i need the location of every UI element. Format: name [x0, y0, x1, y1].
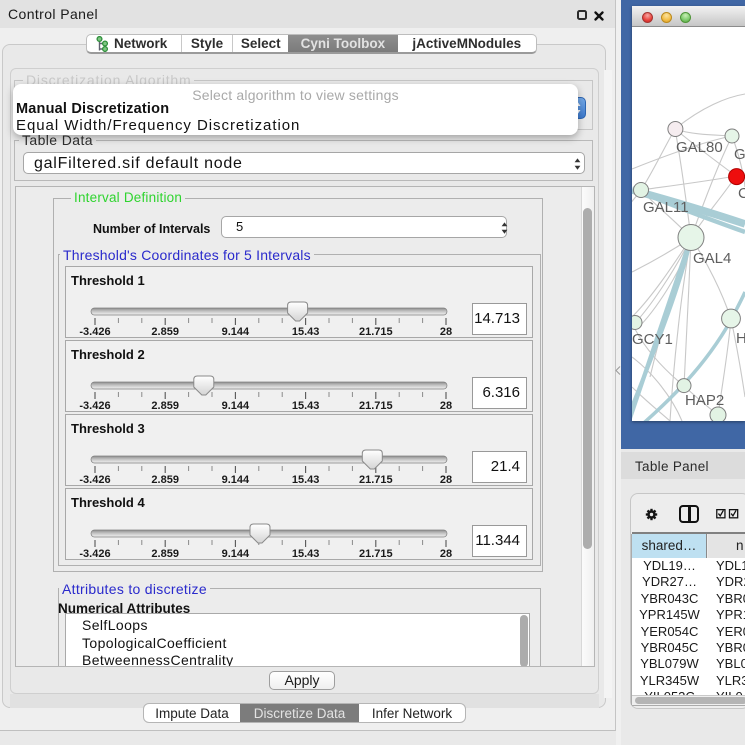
svg-text:C: C	[738, 185, 745, 202]
svg-text:9.144: 9.144	[222, 548, 250, 560]
svg-text:28: 28	[440, 326, 452, 338]
svg-text:GCY1: GCY1	[632, 331, 673, 348]
svg-text:2.859: 2.859	[151, 474, 179, 486]
svg-text:-3.426: -3.426	[79, 400, 110, 412]
svg-text:GAL4: GAL4	[693, 250, 731, 267]
svg-text:GAL80: GAL80	[676, 139, 723, 156]
svg-text:-3.426: -3.426	[79, 548, 110, 560]
svg-text:9.144: 9.144	[222, 326, 250, 338]
svg-text:HAP2: HAP2	[685, 392, 724, 409]
svg-text:15.43: 15.43	[292, 548, 320, 560]
svg-text:21.715: 21.715	[359, 326, 393, 338]
svg-text:15.43: 15.43	[292, 474, 320, 486]
svg-text:G.: G.	[734, 146, 745, 163]
svg-text:-3.426: -3.426	[79, 326, 110, 338]
svg-text:9.144: 9.144	[222, 400, 250, 412]
svg-text:21.715: 21.715	[359, 400, 393, 412]
svg-text:21.715: 21.715	[359, 548, 393, 560]
svg-text:9.144: 9.144	[222, 474, 250, 486]
svg-text:2.859: 2.859	[151, 326, 179, 338]
svg-text:15.43: 15.43	[292, 326, 320, 338]
svg-text:28: 28	[440, 474, 452, 486]
svg-text:28: 28	[440, 400, 452, 412]
svg-text:21.715: 21.715	[359, 474, 393, 486]
svg-text:2.859: 2.859	[151, 548, 179, 560]
svg-text:H: H	[736, 330, 745, 347]
svg-text:2.859: 2.859	[151, 400, 179, 412]
svg-text:-3.426: -3.426	[79, 474, 110, 486]
svg-text:28: 28	[440, 548, 452, 560]
svg-text:GAL11: GAL11	[643, 199, 689, 216]
svg-text:15.43: 15.43	[292, 400, 320, 412]
